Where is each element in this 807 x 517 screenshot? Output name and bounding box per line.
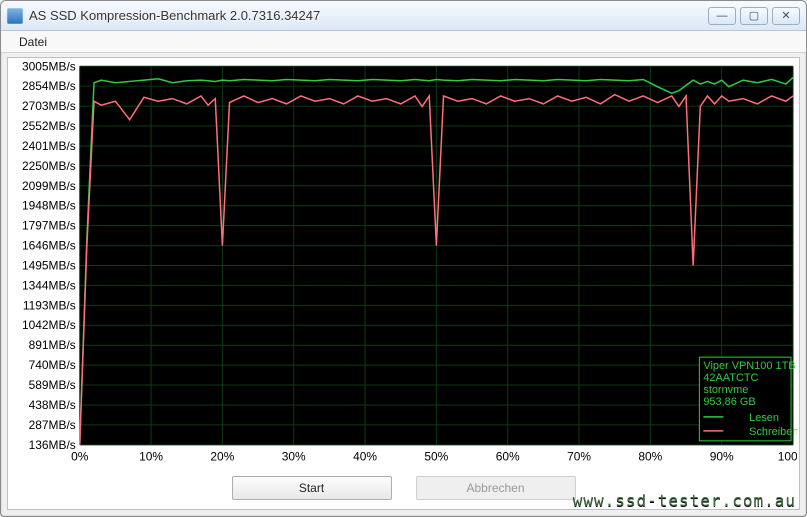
y-tick-label: 3005MB/s	[22, 62, 76, 73]
x-tick-label: 40%	[353, 450, 377, 464]
info-box: Viper VPN100 1TB 42AATCTC stornvme 953,8…	[699, 357, 797, 441]
y-axis: 3005MB/s 2854MB/s 2703MB/s 2552MB/s 2401MB/s…	[22, 62, 76, 452]
y-tick-label: 1193MB/s	[23, 298, 76, 312]
y-tick-label: 2854MB/s	[22, 79, 76, 93]
x-tick-label: 70%	[567, 450, 591, 464]
x-tick-label: 0%	[71, 450, 89, 464]
y-tick-label: 1797MB/s	[22, 219, 76, 233]
info-model: Viper VPN100 1TB	[703, 360, 795, 372]
y-tick-label: 1042MB/s	[22, 318, 76, 332]
y-tick-label: 287MB/s	[29, 418, 76, 432]
y-tick-label: 438MB/s	[29, 398, 76, 412]
y-tick-label: 891MB/s	[29, 338, 76, 352]
y-tick-label: 1495MB/s	[22, 258, 76, 272]
app-window: AS SSD Kompression-Benchmark 2.0.7316.34…	[0, 0, 807, 517]
x-tick-label: 80%	[638, 450, 662, 464]
y-tick-label: 589MB/s	[29, 378, 76, 392]
legend-write: Schreiben	[749, 426, 797, 438]
info-capacity: 953,86 GB	[703, 396, 755, 408]
y-tick-label: 740MB/s	[29, 358, 76, 372]
menu-datei[interactable]: Datei	[11, 33, 55, 51]
x-tick-label: 50%	[424, 450, 448, 464]
x-tick-label: 90%	[710, 450, 734, 464]
x-tick-label: 30%	[282, 450, 306, 464]
x-tick-label: 10%	[139, 450, 163, 464]
maximize-button[interactable]: ▢	[740, 7, 768, 25]
minimize-button[interactable]: —	[708, 7, 736, 25]
x-axis: 0% 10% 20% 30% 40% 50% 60% 70% 80% 90% 100%	[71, 450, 797, 464]
y-tick-label: 2401MB/s	[22, 139, 76, 153]
content-panel: 3005MB/s 2854MB/s 2703MB/s 2552MB/s 2401MB/s…	[7, 57, 800, 510]
x-tick-label: 60%	[496, 450, 520, 464]
y-tick-label: 1344MB/s	[22, 278, 76, 292]
compression-chart: 3005MB/s 2854MB/s 2703MB/s 2552MB/s 2401MB/s…	[10, 62, 797, 471]
start-button[interactable]: Start	[232, 476, 392, 500]
close-button[interactable]: ✕	[772, 7, 800, 25]
window-title: AS SSD Kompression-Benchmark 2.0.7316.34…	[29, 8, 708, 23]
button-bar: Start Abbrechen	[10, 471, 797, 505]
y-tick-label: 1948MB/s	[22, 199, 76, 213]
legend-read: Lesen	[749, 412, 779, 424]
y-tick-label: 136MB/s	[29, 438, 76, 452]
y-tick-label: 2552MB/s	[22, 119, 76, 133]
window-controls: — ▢ ✕	[708, 7, 800, 25]
x-tick-label: 20%	[210, 450, 234, 464]
chart-area: 3005MB/s 2854MB/s 2703MB/s 2552MB/s 2401MB/s…	[10, 62, 797, 471]
menubar: Datei	[1, 31, 806, 53]
y-tick-label: 1646MB/s	[22, 239, 76, 253]
y-tick-label: 2703MB/s	[22, 99, 76, 113]
x-tick-label: 100%	[778, 450, 797, 464]
abort-button: Abbrechen	[416, 476, 576, 500]
info-fw: 42AATCTC	[703, 372, 758, 384]
app-icon	[7, 8, 23, 24]
y-tick-label: 2099MB/s	[22, 179, 76, 193]
y-tick-label: 2250MB/s	[22, 159, 76, 173]
info-driver: stornvme	[703, 384, 748, 396]
titlebar: AS SSD Kompression-Benchmark 2.0.7316.34…	[1, 1, 806, 31]
